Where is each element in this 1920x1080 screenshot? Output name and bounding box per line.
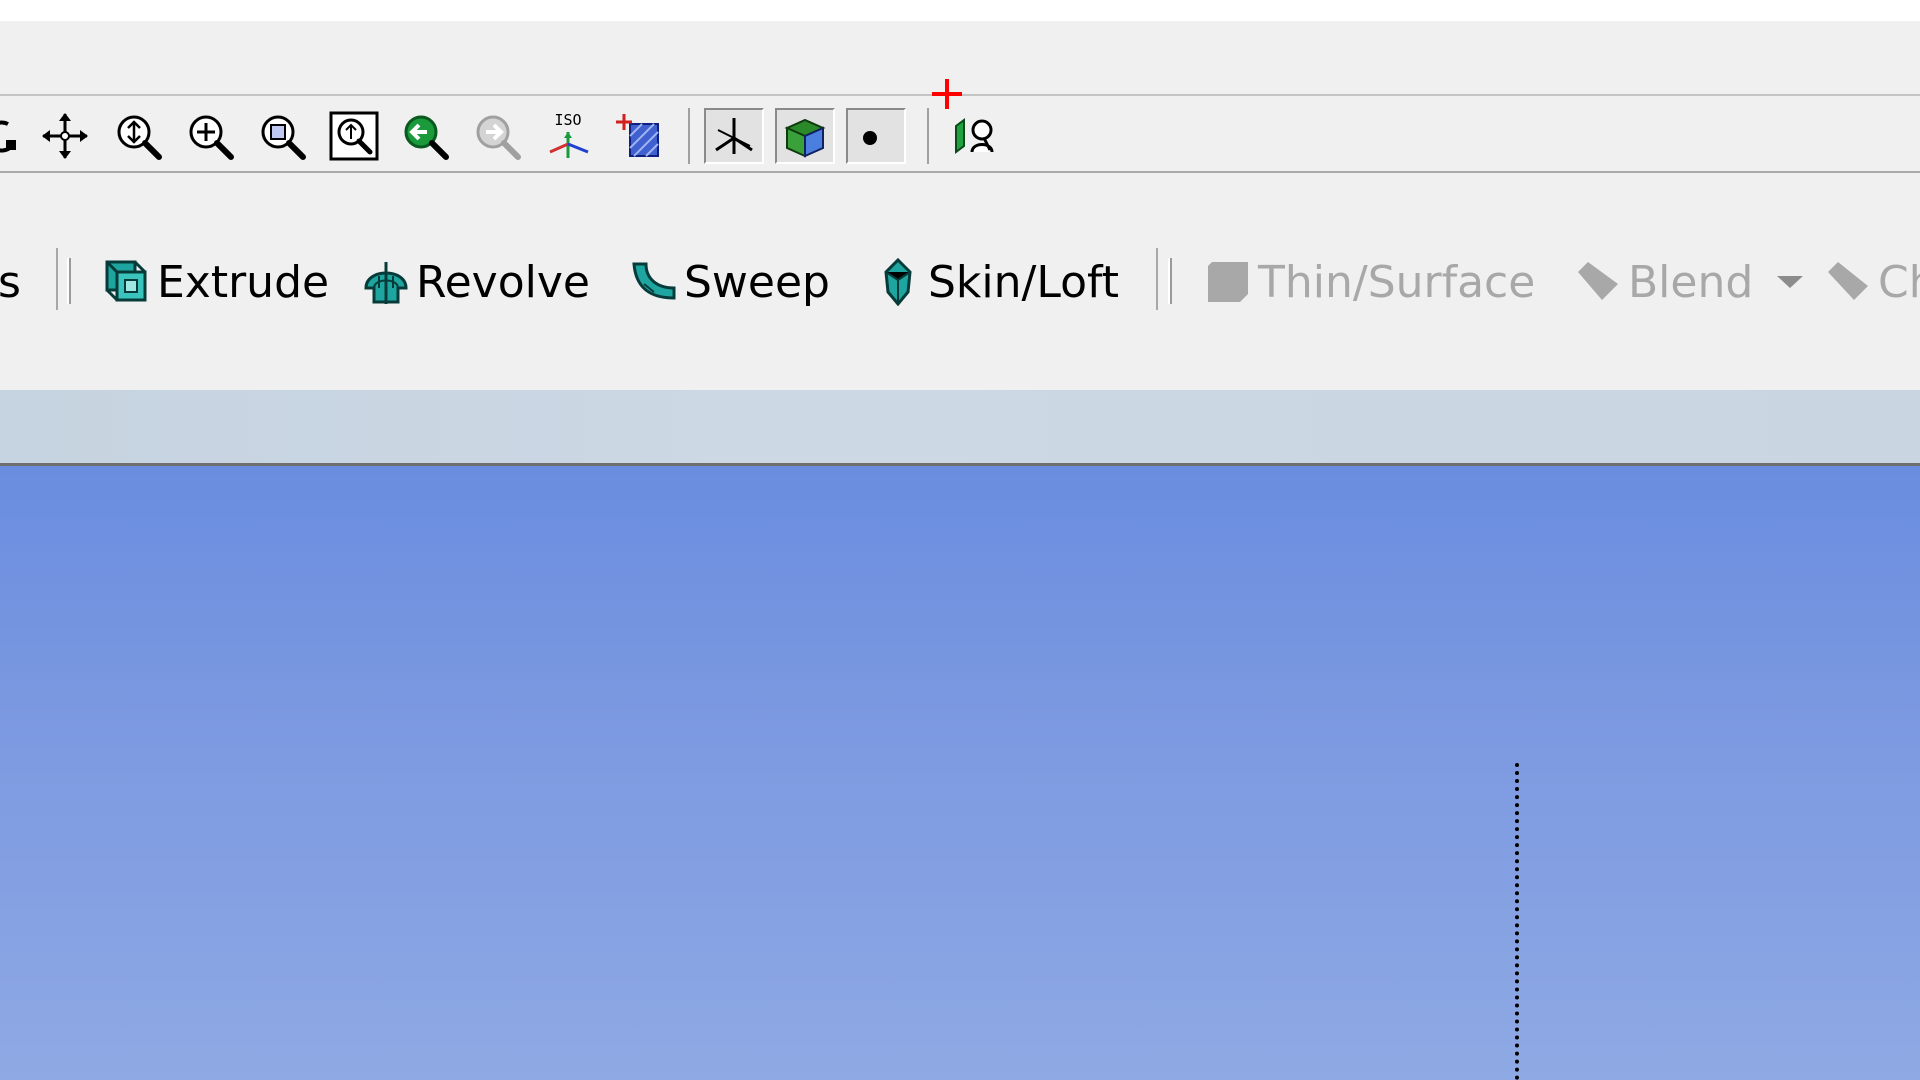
zoom-next-icon bbox=[476, 115, 521, 160]
display-points-button[interactable] bbox=[846, 108, 906, 164]
toolbar-group-left: s bbox=[0, 248, 58, 310]
partial-left-button[interactable]: s bbox=[0, 254, 21, 310]
dotted-axis-line bbox=[1515, 763, 1519, 1080]
zoom-dynamic-button[interactable] bbox=[108, 108, 168, 164]
zoom-dynamic-icon bbox=[117, 115, 162, 160]
sweep-label: Sweep bbox=[684, 256, 830, 308]
blend-dropdown-arrow-icon[interactable] bbox=[1777, 276, 1804, 288]
pan-button[interactable] bbox=[35, 108, 95, 164]
blend-button[interactable]: Blend bbox=[1574, 254, 1804, 310]
chamfer-icon bbox=[1828, 262, 1868, 300]
crosshair-cursor-icon bbox=[932, 79, 962, 109]
iso-label: ISO bbox=[554, 111, 581, 129]
shaded-mode-button[interactable] bbox=[775, 108, 835, 164]
next-view-button[interactable] bbox=[467, 108, 527, 164]
thin-surface-button[interactable]: Thin/Surface bbox=[1204, 254, 1535, 310]
toolbar-grip[interactable] bbox=[1168, 258, 1172, 304]
skin-loft-icon bbox=[884, 258, 912, 306]
iso-view-button[interactable]: ISO bbox=[538, 108, 598, 164]
3d-viewport[interactable] bbox=[0, 466, 1920, 1080]
title-area bbox=[0, 0, 1920, 21]
section-plane-icon bbox=[616, 114, 659, 157]
zoom-fit-icon bbox=[329, 111, 379, 161]
plane-face-button[interactable] bbox=[946, 108, 1006, 164]
shaded-cube-icon bbox=[784, 118, 826, 158]
toolbar-separator bbox=[927, 108, 929, 164]
axis-triad-icon bbox=[715, 118, 753, 154]
chamfer-label: Ch bbox=[1878, 256, 1920, 308]
zoom-fit-button[interactable] bbox=[324, 108, 384, 164]
iso-view-icon: ISO bbox=[549, 111, 589, 158]
zoom-box-button[interactable] bbox=[252, 108, 312, 164]
blend-icon bbox=[1578, 262, 1618, 300]
chamfer-button[interactable]: Ch bbox=[1824, 254, 1920, 310]
blend-label: Blend bbox=[1628, 256, 1754, 308]
zoom-previous-icon bbox=[404, 115, 449, 160]
zoom-box-icon bbox=[261, 115, 306, 160]
zoom-in-button[interactable] bbox=[180, 108, 240, 164]
revolve-label: Revolve bbox=[416, 256, 590, 308]
revolve-icon bbox=[364, 262, 408, 304]
skin-loft-label: Skin/Loft bbox=[928, 256, 1119, 308]
zoom-in-icon bbox=[189, 115, 234, 160]
extrude-icon bbox=[105, 260, 147, 302]
section-view-button[interactable] bbox=[610, 108, 670, 164]
extrude-button[interactable]: Extrude bbox=[103, 254, 329, 310]
previous-view-button[interactable] bbox=[395, 108, 455, 164]
plane-user-icon bbox=[955, 118, 994, 154]
display-edges-button[interactable] bbox=[704, 108, 764, 164]
thin-surface-label: Thin/Surface bbox=[1258, 256, 1536, 308]
sweep-icon bbox=[632, 262, 676, 300]
toolbar-separator bbox=[688, 108, 690, 164]
revolve-button[interactable]: Revolve bbox=[362, 254, 590, 310]
rotate-button[interactable] bbox=[0, 108, 34, 164]
skin-loft-button[interactable]: Skin/Loft bbox=[874, 254, 1119, 310]
extrude-label: Extrude bbox=[157, 256, 330, 308]
sweep-button[interactable]: Sweep bbox=[630, 254, 830, 310]
thin-surface-icon bbox=[1208, 262, 1248, 302]
point-dot-icon bbox=[863, 131, 877, 145]
rotate-icon bbox=[0, 120, 16, 153]
pan-move-icon bbox=[42, 113, 88, 159]
features-toolbar: s Extrude Revolve Sweep Skin/Loft Thin/S… bbox=[0, 240, 1920, 316]
document-tab-strip bbox=[0, 390, 1920, 466]
